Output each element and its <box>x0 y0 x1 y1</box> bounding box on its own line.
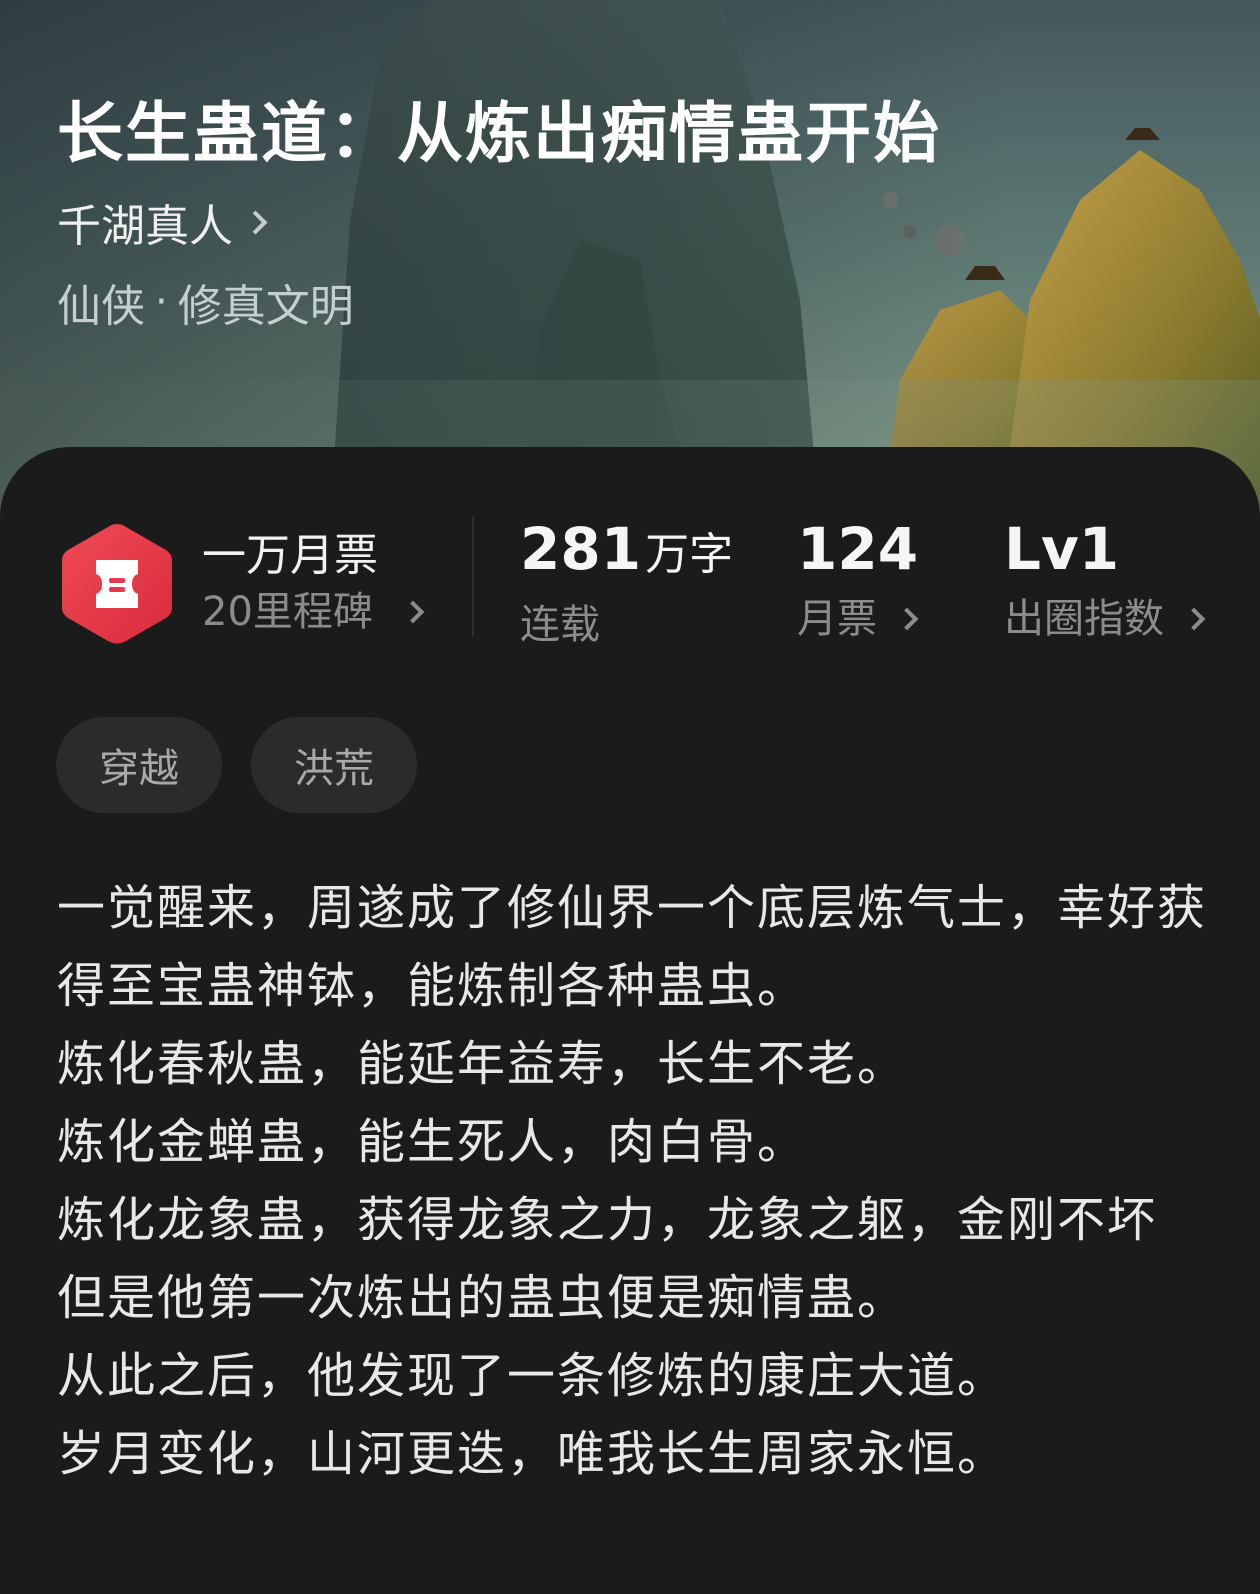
chevron-right-icon <box>243 209 268 235</box>
ticket-subtitle: 20里程碑 <box>202 589 373 635</box>
ticket-title: 一万月票 <box>202 530 378 581</box>
monthly-ticket-milestone[interactable]: 一万月票 20里程碑 <box>60 522 425 646</box>
cover-gradient-overlay <box>0 0 1260 520</box>
synopsis-paragraph: 从此之后，他发现了一条修炼的康庄大道。 <box>57 1348 1008 1404</box>
genre-separator: · <box>155 279 168 325</box>
monthly-votes-label: 月票 <box>797 596 877 642</box>
genre-category: 仙侠 <box>57 281 145 332</box>
popularity-index-stat[interactable]: Lv1 出圈指数 <box>1004 507 1206 647</box>
synopsis-paragraph: 炼化金蝉蛊，能生死人，肉白骨。 <box>57 1114 808 1170</box>
popularity-index-label-line: 出圈指数 <box>1004 591 1206 647</box>
word-count-label: 连载 <box>520 602 600 648</box>
stats-row: 一万月票 20里程碑 281万字 连载 124 月票 Lv1 出圈指数 <box>0 507 1260 657</box>
cover-hero: 长生蛊道：从炼出痴情蛊开始 千湖真人 仙侠 · 修真文明 <box>0 0 1260 520</box>
genre-subcategory: 修真文明 <box>177 281 354 332</box>
word-count-unit: 万字 <box>645 529 734 580</box>
book-detail-page: 长生蛊道：从炼出痴情蛊开始 千湖真人 仙侠 · 修真文明 一万月票 20里程碑 … <box>0 0 1260 1594</box>
monthly-votes-label-line: 月票 <box>797 591 919 647</box>
author-link[interactable]: 千湖真人 <box>57 190 268 254</box>
synopsis-paragraph: 炼化龙象蛊，获得龙象之力，龙象之躯，金刚不坏 <box>57 1192 1158 1248</box>
author-name: 千湖真人 <box>57 201 233 252</box>
synopsis-paragraph: 但是他第一次炼出的蛊虫便是痴情蛊。 <box>57 1270 908 1326</box>
ticket-milestone: 20里程碑 <box>202 584 425 640</box>
tag-list: 穿越 洪荒 <box>56 717 417 813</box>
synopsis-paragraph: 岁月变化，山河更迭，唯我长生周家永恒。 <box>57 1426 1008 1482</box>
chevron-right-icon <box>401 600 425 624</box>
book-synopsis: 一觉醒来，周遂成了修仙界一个底层炼气士，幸好获得至宝蛊神钵，能炼制各种蛊虫。 炼… <box>57 869 1207 1493</box>
book-title: 长生蛊道：从炼出痴情蛊开始 <box>57 94 941 172</box>
word-count-stat: 281万字 连载 <box>520 507 733 653</box>
tag-chip[interactable]: 穿越 <box>56 717 222 813</box>
word-count-value: 281 <box>520 515 642 583</box>
chevron-right-icon <box>1182 607 1206 631</box>
monthly-votes-stat[interactable]: 124 月票 <box>797 507 919 647</box>
ticket-text: 一万月票 20里程碑 <box>202 528 425 640</box>
chevron-right-icon <box>895 607 919 631</box>
popularity-index-value: Lv1 <box>1004 515 1120 583</box>
info-panel: 一万月票 20里程碑 281万字 连载 124 月票 Lv1 出圈指数 穿越 洪… <box>0 447 1260 1594</box>
ticket-hexagon-icon <box>62 524 172 644</box>
synopsis-paragraph: 一觉醒来，周遂成了修仙界一个底层炼气士，幸好获得至宝蛊神钵，能炼制各种蛊虫。 <box>57 880 1208 1014</box>
popularity-index-label: 出圈指数 <box>1004 596 1164 642</box>
stats-divider <box>472 517 474 637</box>
word-count-value-line: 281万字 <box>520 507 733 597</box>
genre-line: 仙侠 · 修真文明 <box>57 270 354 334</box>
tag-chip[interactable]: 洪荒 <box>251 717 417 813</box>
monthly-votes-value: 124 <box>797 515 919 583</box>
synopsis-paragraph: 炼化春秋蛊，能延年益寿，长生不老。 <box>57 1036 908 1092</box>
